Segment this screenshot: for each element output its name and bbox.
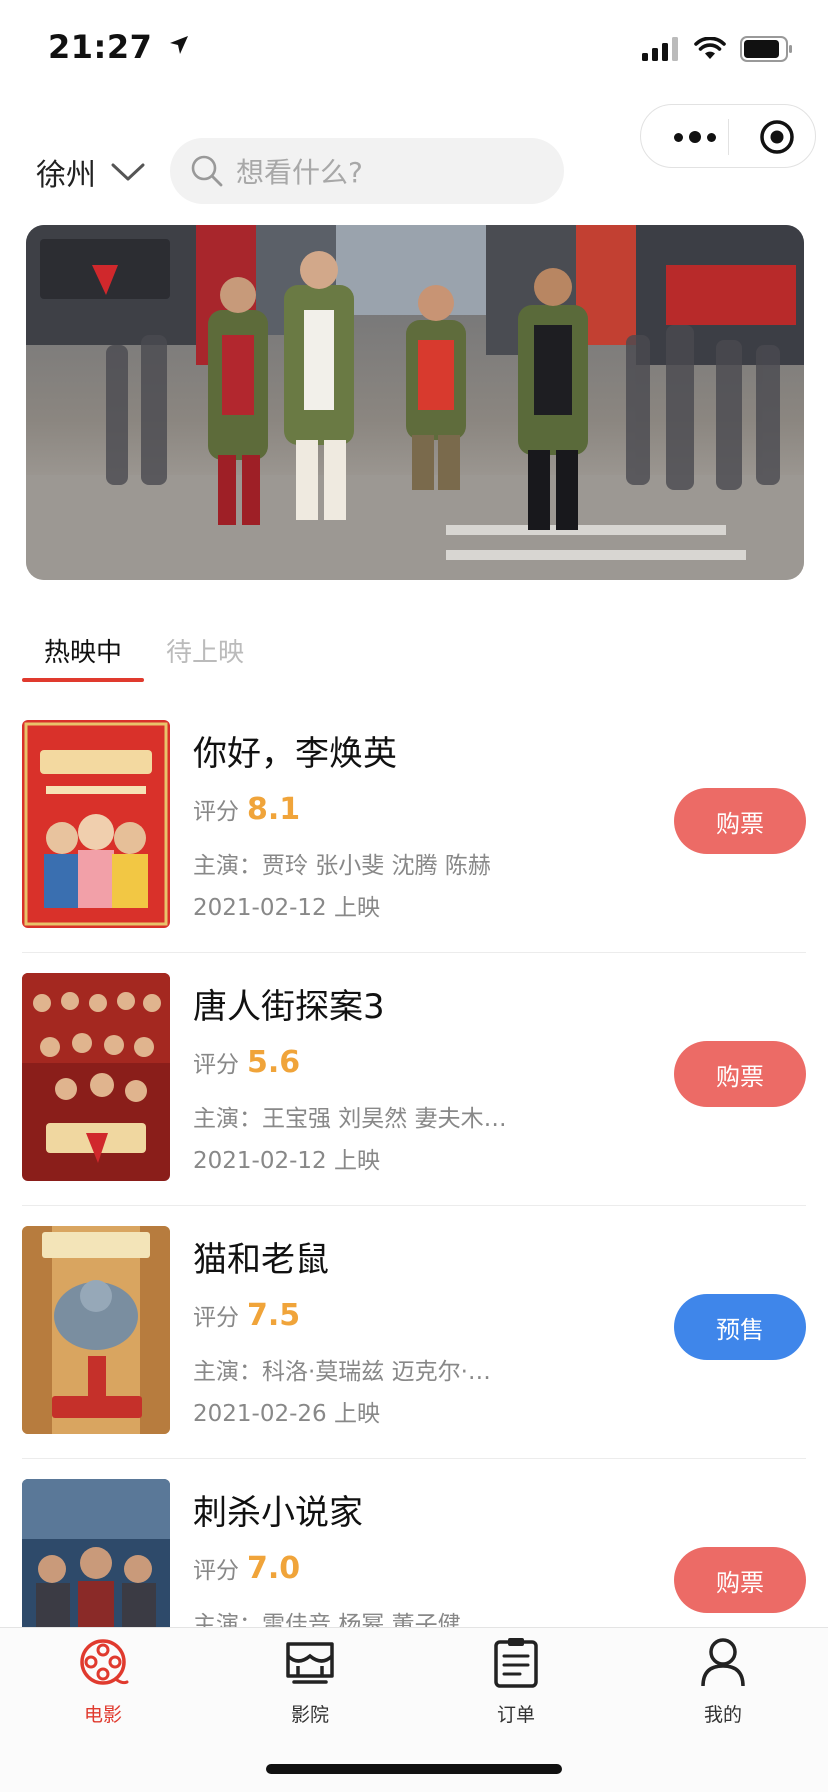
status-time: 21:27 bbox=[48, 28, 190, 66]
nav-label: 电影 bbox=[83, 1704, 122, 1726]
movie-poster[interactable] bbox=[22, 973, 170, 1181]
tab-now-showing[interactable]: 热映中 bbox=[22, 610, 144, 682]
score-value: 5.6 bbox=[247, 1045, 301, 1080]
tab-coming-soon[interactable]: 待上映 bbox=[144, 610, 266, 682]
nav-orders[interactable]: 订单 bbox=[456, 1636, 576, 1727]
score-value: 8.1 bbox=[247, 792, 301, 827]
app-screen: 21:27 徐州 想看什么? 热映中 待上映 你好，李焕英 评分 8.1 主演：… bbox=[0, 0, 828, 1792]
movie-title[interactable]: 唐人街探案3 bbox=[193, 979, 385, 1028]
movie-release-date: 2021-02-12 上映 bbox=[193, 1148, 380, 1174]
order-clipboard-icon bbox=[494, 1638, 538, 1688]
close-target-icon[interactable] bbox=[759, 119, 795, 155]
status-time-text: 21:27 bbox=[48, 28, 153, 66]
wifi-icon bbox=[694, 37, 726, 59]
film-reel-icon bbox=[80, 1639, 129, 1685]
score-value: 7.5 bbox=[247, 1298, 301, 1333]
score-label: 评分 bbox=[193, 1305, 239, 1331]
promo-banner[interactable] bbox=[26, 225, 804, 580]
poster-image bbox=[22, 1226, 170, 1434]
cinema-icon bbox=[286, 1642, 334, 1684]
poster-image bbox=[22, 973, 170, 1181]
battery-icon bbox=[740, 36, 792, 62]
home-indicator[interactable] bbox=[266, 1764, 562, 1774]
score-label: 评分 bbox=[193, 1558, 239, 1584]
movie-item[interactable]: 猫和老鼠 评分 7.5 主演：科洛·莫瑞兹 迈克尔·… 2021-02-26 上… bbox=[0, 1206, 828, 1459]
movie-cast: 主演：贾玲 张小斐 沈腾 陈赫 bbox=[193, 853, 491, 879]
movie-title[interactable]: 刺杀小说家 bbox=[193, 1485, 363, 1534]
movie-score: 评分 7.0 bbox=[193, 1551, 300, 1586]
score-label: 评分 bbox=[193, 1052, 239, 1078]
nav-movies[interactable]: 电影 bbox=[43, 1636, 163, 1727]
buy-ticket-button[interactable]: 购票 bbox=[674, 1547, 806, 1613]
movie-title[interactable]: 猫和老鼠 bbox=[193, 1232, 329, 1281]
city-label: 徐州 bbox=[36, 158, 96, 193]
movie-score: 评分 8.1 bbox=[193, 792, 300, 827]
poster-image bbox=[22, 720, 170, 928]
nav-label: 订单 bbox=[496, 1704, 535, 1726]
movie-score: 评分 5.6 bbox=[193, 1045, 300, 1080]
status-bar: 21:27 bbox=[0, 0, 828, 100]
mini-program-capsule bbox=[640, 104, 816, 168]
movie-poster[interactable] bbox=[22, 1226, 170, 1434]
capsule-divider bbox=[728, 119, 729, 155]
city-selector[interactable]: 徐州 bbox=[36, 148, 146, 196]
movie-tabs: 热映中 待上映 bbox=[22, 610, 266, 682]
movie-cast: 主演：王宝强 刘昊然 妻夫木… bbox=[193, 1106, 507, 1132]
score-value: 7.0 bbox=[247, 1551, 301, 1586]
movie-title[interactable]: 你好，李焕英 bbox=[193, 726, 397, 775]
status-icons bbox=[642, 34, 794, 64]
search-icon bbox=[191, 155, 223, 187]
cellular-signal-icon bbox=[642, 37, 678, 61]
movie-item[interactable]: 你好，李焕英 评分 8.1 主演：贾玲 张小斐 沈腾 陈赫 2021-02-12… bbox=[0, 700, 828, 953]
more-options-icon[interactable] bbox=[665, 105, 725, 169]
nav-label: 影院 bbox=[290, 1704, 329, 1726]
movie-release-date: 2021-02-26 上映 bbox=[193, 1401, 380, 1427]
buy-ticket-button[interactable]: 购票 bbox=[674, 1041, 806, 1107]
movie-item[interactable]: 唐人街探案3 评分 5.6 主演：王宝强 刘昊然 妻夫木… 2021-02-12… bbox=[0, 953, 828, 1206]
location-arrow-icon bbox=[170, 36, 188, 54]
movie-poster[interactable] bbox=[22, 720, 170, 928]
nav-label: 我的 bbox=[703, 1704, 742, 1726]
search-placeholder: 想看什么? bbox=[236, 156, 363, 189]
nav-profile[interactable]: 我的 bbox=[663, 1636, 783, 1727]
movie-score: 评分 7.5 bbox=[193, 1298, 300, 1333]
buy-ticket-button[interactable]: 购票 bbox=[674, 788, 806, 854]
nav-cinemas[interactable]: 影院 bbox=[250, 1636, 370, 1727]
presale-button[interactable]: 预售 bbox=[674, 1294, 806, 1360]
score-label: 评分 bbox=[193, 799, 239, 825]
movie-list: 你好，李焕英 评分 8.1 主演：贾玲 张小斐 沈腾 陈赫 2021-02-12… bbox=[0, 700, 828, 1712]
search-input[interactable]: 想看什么? bbox=[170, 138, 564, 204]
movie-release-date: 2021-02-12 上映 bbox=[193, 895, 380, 921]
banner-image bbox=[26, 225, 804, 580]
user-icon bbox=[701, 1638, 745, 1687]
chevron-down-icon bbox=[111, 163, 145, 181]
movie-cast: 主演：科洛·莫瑞兹 迈克尔·… bbox=[193, 1359, 491, 1385]
